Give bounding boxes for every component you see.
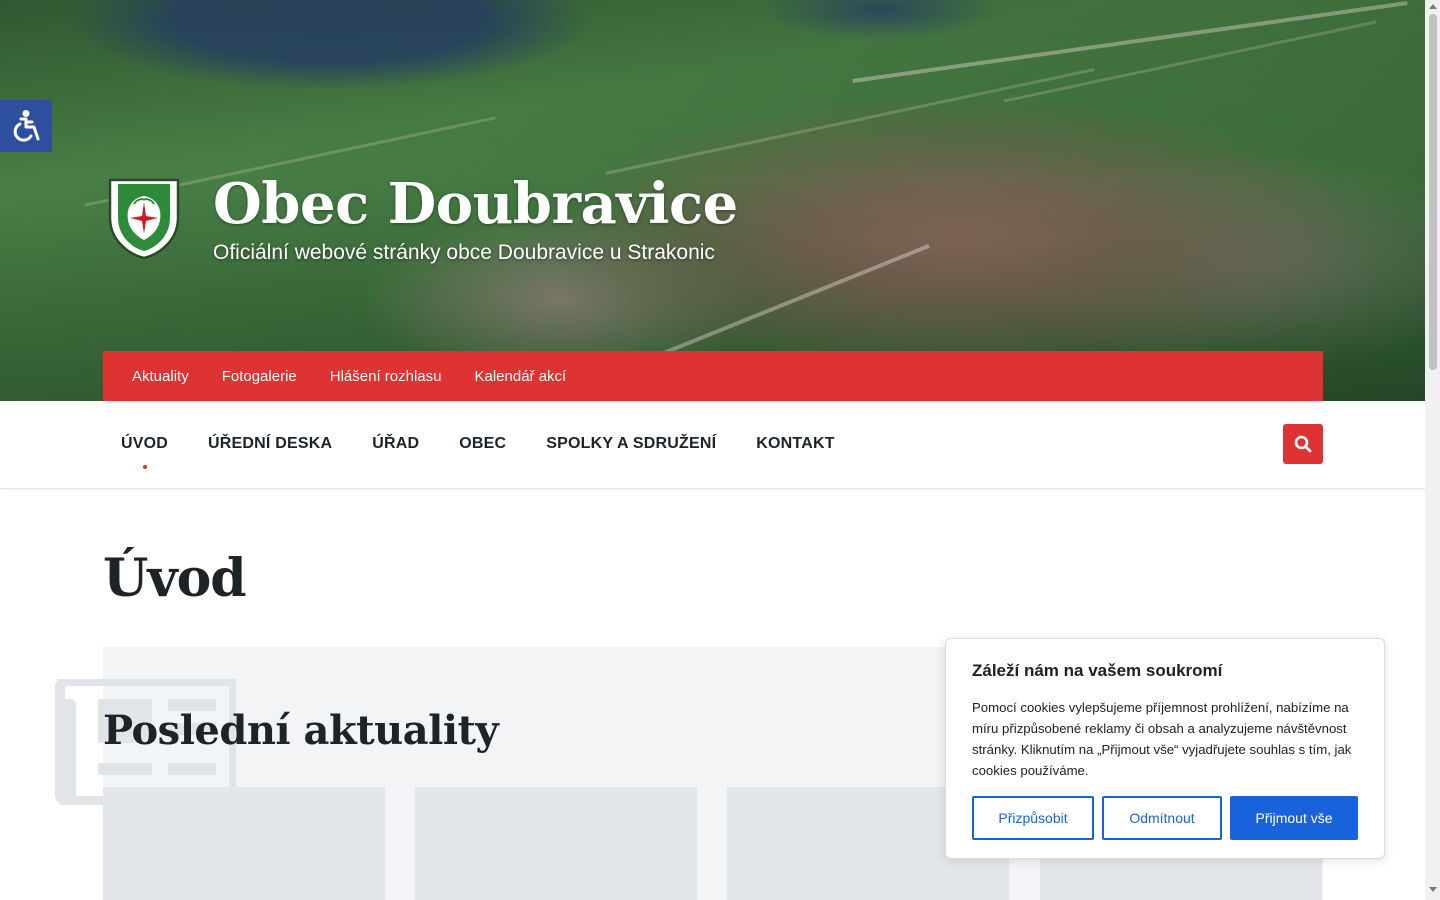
nav-item-obec[interactable]: OBEC <box>459 435 506 453</box>
secondary-menu: Aktuality Fotogalerie Hlášení rozhlasu K… <box>103 351 1323 401</box>
scrollbar-thumb[interactable] <box>1429 14 1437 370</box>
nav-item-urad[interactable]: ÚŘAD <box>372 435 419 453</box>
cookie-consent-banner: Záleží nám na vašem soukromí Pomocí cook… <box>945 638 1385 859</box>
cookie-customize-button[interactable]: Přizpůsobit <box>972 796 1094 840</box>
site-branding[interactable]: Obec Doubravice Oficiální webové stránky… <box>108 172 738 265</box>
nav-item-kontakt[interactable]: KONTAKT <box>756 435 834 453</box>
cookie-banner-title: Záleží nám na vašem soukromí <box>972 661 1223 680</box>
nav-item-uredni-deska[interactable]: ÚŘEDNÍ DESKA <box>208 435 332 453</box>
topbar-link-fotogalerie[interactable]: Fotogalerie <box>222 368 297 385</box>
page-title: Úvod <box>103 548 247 609</box>
news-section-heading: Poslední aktuality <box>103 707 499 754</box>
topbar-link-kalendar-akci[interactable]: Kalendář akcí <box>474 368 566 385</box>
cookie-banner-text: Pomocí cookies vylepšujeme příjemnost pr… <box>972 700 1352 778</box>
coat-of-arms-logo <box>108 178 180 260</box>
main-navigation: ÚVOD ÚŘEDNÍ DESKA ÚŘAD OBEC SPOLKY A SDR… <box>0 401 1425 489</box>
topbar-link-hlaseni-rozhlasu[interactable]: Hlášení rozhlasu <box>330 368 442 385</box>
news-card[interactable] <box>103 787 385 900</box>
search-icon <box>1294 435 1312 453</box>
accessibility-icon <box>13 110 40 142</box>
scroll-up-arrow-icon[interactable] <box>1429 4 1437 9</box>
site-tagline: Oficiální webové stránky obce Doubravice… <box>213 241 715 264</box>
nav-item-spolky-a-sdruzeni[interactable]: SPOLKY A SDRUŽENÍ <box>546 435 716 453</box>
site-title[interactable]: Obec Doubravice <box>213 172 738 236</box>
cookie-reject-button[interactable]: Odmítnout <box>1102 796 1222 840</box>
cookie-accept-all-button[interactable]: Přijmout vše <box>1230 796 1358 840</box>
search-button[interactable] <box>1283 424 1323 464</box>
accessibility-toolbar-button[interactable] <box>0 100 52 152</box>
topbar-link-aktuality[interactable]: Aktuality <box>132 368 189 385</box>
news-card[interactable] <box>415 787 697 900</box>
page-scrollbar[interactable] <box>1425 0 1440 900</box>
nav-item-uvod[interactable]: ÚVOD <box>121 435 168 469</box>
scroll-down-arrow-icon[interactable] <box>1429 887 1437 892</box>
